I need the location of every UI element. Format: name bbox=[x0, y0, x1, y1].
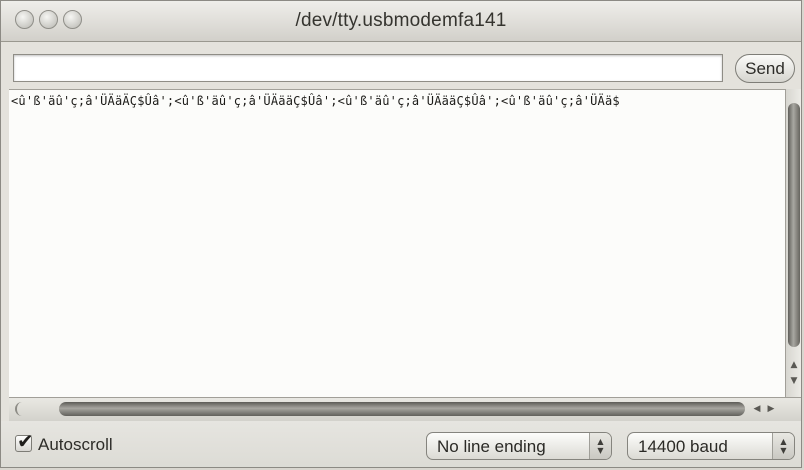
scroll-right-icon[interactable]: ▶ bbox=[765, 401, 777, 417]
horizontal-scroll-track-cap bbox=[15, 402, 25, 416]
select-up-icon: ▲ bbox=[780, 437, 787, 446]
select-up-icon: ▲ bbox=[597, 437, 604, 446]
autoscroll-label[interactable]: Autoscroll bbox=[38, 435, 113, 455]
baud-rate-value: 14400 baud bbox=[638, 437, 728, 456]
checkmark-icon: ✔ bbox=[17, 429, 34, 453]
select-down-icon: ▼ bbox=[780, 446, 787, 455]
title-bar: /dev/tty.usbmodemfa141 bbox=[1, 1, 801, 42]
horizontal-scrollbar[interactable]: ◀ ▶ bbox=[9, 397, 801, 421]
scroll-up-icon[interactable]: ▲ bbox=[789, 359, 799, 371]
footer-bar: ✔ Autoscroll No line ending ▲ ▼ 14400 ba… bbox=[1, 421, 801, 467]
scroll-down-icon[interactable]: ▼ bbox=[789, 375, 799, 387]
send-input[interactable] bbox=[13, 54, 723, 82]
line-ending-select[interactable]: No line ending ▲ ▼ bbox=[426, 432, 612, 460]
scroll-left-icon[interactable]: ◀ bbox=[751, 401, 763, 417]
autoscroll-checkbox[interactable]: ✔ bbox=[15, 430, 34, 452]
send-button[interactable]: Send bbox=[735, 54, 795, 83]
horizontal-scroll-thumb[interactable] bbox=[59, 402, 745, 416]
baud-rate-select[interactable]: 14400 baud ▲ ▼ bbox=[627, 432, 795, 460]
select-down-icon: ▼ bbox=[597, 446, 604, 455]
vertical-scroll-thumb[interactable] bbox=[788, 103, 800, 347]
window-title: /dev/tty.usbmodemfa141 bbox=[295, 10, 507, 31]
serial-output-line: <û'ß'äû'ç;â'ÜÄäÄÇ$Ûâ';<û'ß'äû'ç;â'ÜÄääÇ$… bbox=[11, 94, 620, 108]
line-ending-value: No line ending bbox=[437, 437, 546, 456]
serial-monitor-window: /dev/tty.usbmodemfa141 Send <û'ß'äû'ç;â'… bbox=[0, 0, 802, 468]
serial-output-area[interactable]: <û'ß'äû'ç;â'ÜÄäÄÇ$Ûâ';<û'ß'äû'ç;â'ÜÄääÇ$… bbox=[9, 89, 785, 397]
vertical-scrollbar[interactable]: ▲ ▼ bbox=[785, 89, 801, 397]
select-arrows-icon: ▲ ▼ bbox=[589, 433, 611, 459]
select-arrows-icon: ▲ ▼ bbox=[772, 433, 794, 459]
